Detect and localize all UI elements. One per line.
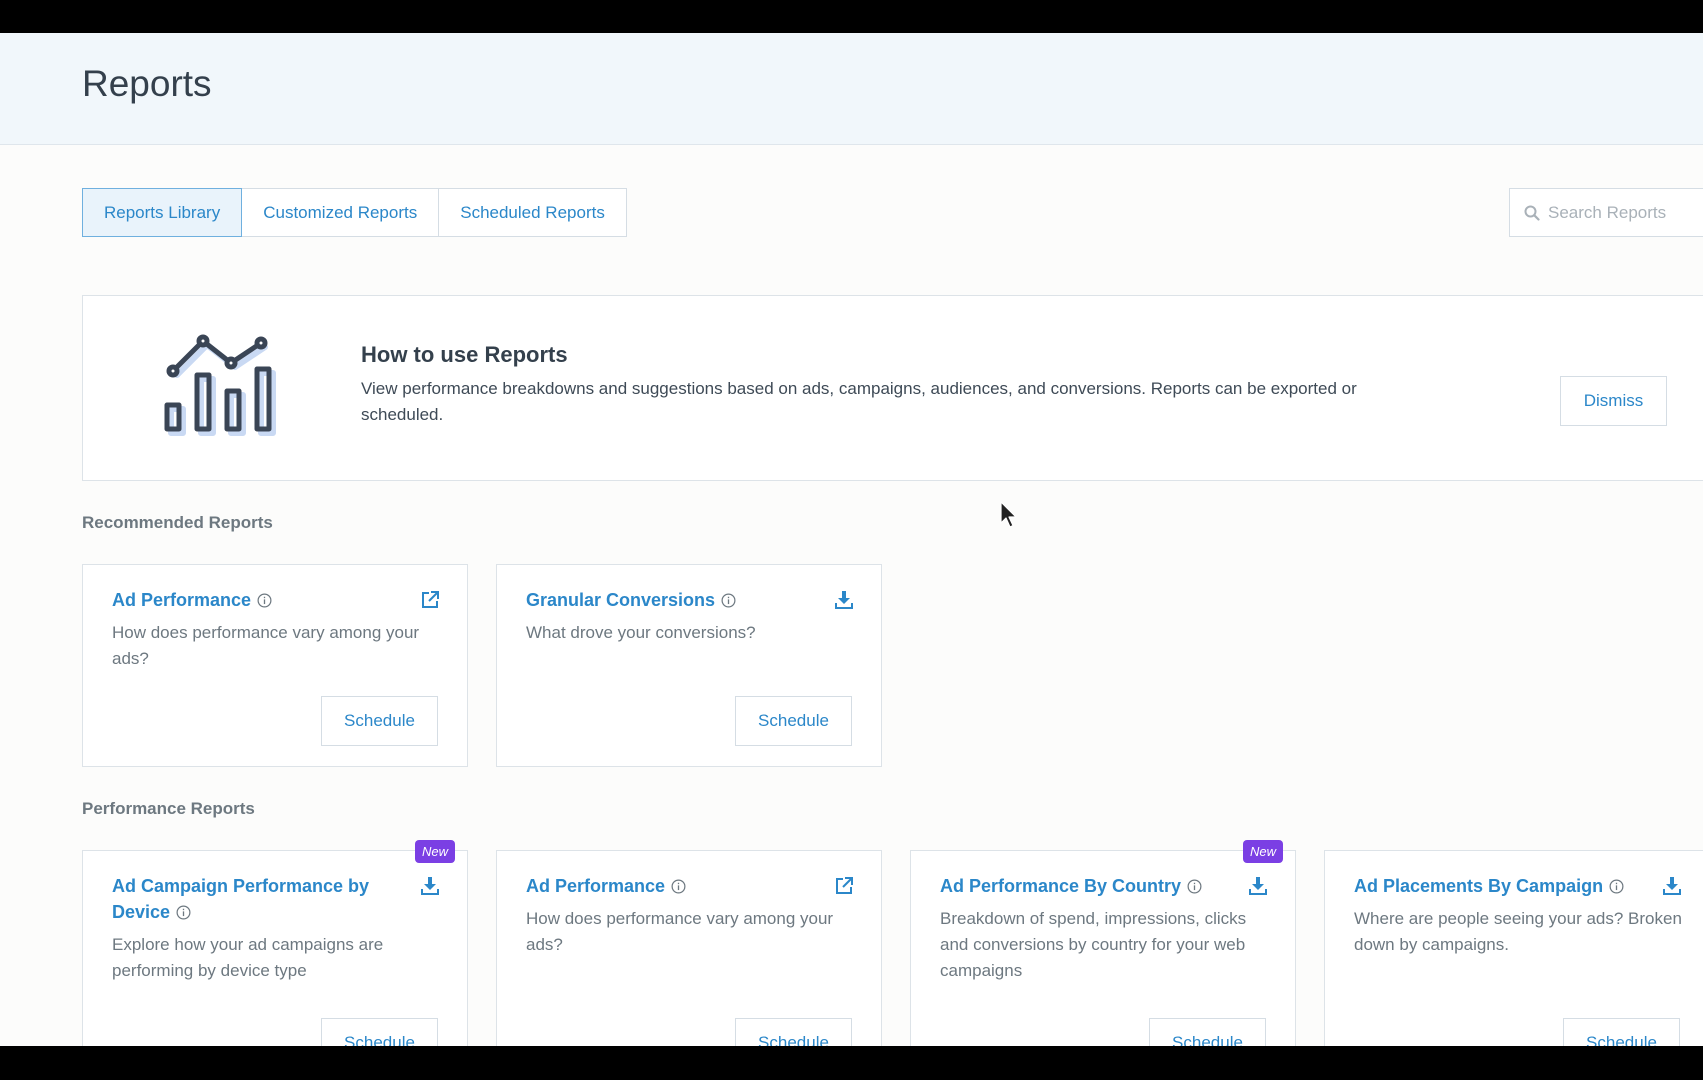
- info-icon[interactable]: [257, 593, 272, 608]
- how-to-banner: How to use Reports View performance brea…: [82, 295, 1703, 481]
- download-icon[interactable]: [421, 877, 439, 895]
- page-header: Reports: [0, 33, 1703, 145]
- report-card-title[interactable]: Ad Performance: [112, 587, 402, 613]
- external-link-icon[interactable]: [421, 591, 439, 609]
- schedule-button[interactable]: Schedule: [735, 696, 852, 746]
- external-link-icon[interactable]: [835, 877, 853, 895]
- search-box[interactable]: [1509, 188, 1703, 237]
- schedule-button[interactable]: Schedule: [735, 1018, 852, 1046]
- info-icon[interactable]: [1609, 879, 1624, 894]
- report-card-description: Breakdown of spend, impressions, clicks …: [940, 909, 1247, 980]
- report-card[interactable]: Ad Placements By Campaign Where are peop…: [1324, 850, 1703, 1046]
- report-card-title[interactable]: Ad Performance: [526, 873, 816, 899]
- report-card-description: Explore how your ad campaigns are perfor…: [112, 935, 384, 980]
- report-card[interactable]: Granular Conversions What drove your con…: [496, 564, 882, 767]
- report-card[interactable]: New Ad Performance By Country Breakdown …: [910, 840, 1296, 1046]
- report-card[interactable]: New Ad Campaign Performance by Device Ex…: [82, 840, 468, 1046]
- app-viewport: Reports Reports Library Customized Repor…: [0, 33, 1703, 1046]
- tab-scheduled-reports[interactable]: Scheduled Reports: [439, 188, 627, 237]
- report-card-description: How does performance vary among your ads…: [526, 909, 834, 954]
- mouse-cursor-icon: [1000, 501, 1017, 528]
- report-card-description: Where are people seeing your ads? Broken…: [1354, 909, 1682, 954]
- page-title: Reports: [82, 63, 212, 104]
- report-card-title[interactable]: Ad Placements By Campaign: [1354, 873, 1644, 899]
- tab-reports-library[interactable]: Reports Library: [82, 188, 243, 237]
- report-card-description: What drove your conversions?: [526, 623, 756, 642]
- report-card-title[interactable]: Ad Performance By Country: [940, 873, 1230, 899]
- schedule-button[interactable]: Schedule: [321, 696, 438, 746]
- performance-reports-heading: Performance Reports: [82, 799, 255, 818]
- tab-customized-reports[interactable]: Customized Reports: [242, 188, 440, 237]
- download-icon[interactable]: [1249, 877, 1267, 895]
- info-icon[interactable]: [671, 879, 686, 894]
- report-card-title[interactable]: Granular Conversions: [526, 587, 816, 613]
- info-icon[interactable]: [721, 593, 736, 608]
- schedule-button[interactable]: Schedule: [321, 1018, 438, 1046]
- report-card-title[interactable]: Ad Campaign Performance by Device: [112, 873, 402, 925]
- schedule-button[interactable]: Schedule: [1149, 1018, 1266, 1046]
- report-tabs: Reports Library Customized Reports Sched…: [82, 188, 627, 237]
- new-badge: New: [414, 840, 455, 863]
- search-input[interactable]: [1548, 202, 1703, 223]
- new-badge: New: [1242, 840, 1283, 863]
- dismiss-button[interactable]: Dismiss: [1560, 376, 1667, 426]
- download-icon[interactable]: [1663, 877, 1681, 895]
- schedule-button[interactable]: Schedule: [1563, 1018, 1680, 1046]
- search-icon: [1524, 205, 1540, 221]
- recommended-reports-heading: Recommended Reports: [82, 513, 273, 532]
- chart-illustration-icon: [164, 334, 276, 436]
- info-icon[interactable]: [176, 905, 191, 920]
- download-icon[interactable]: [835, 591, 853, 609]
- info-icon[interactable]: [1187, 879, 1202, 894]
- how-to-description: View performance breakdowns and suggesti…: [361, 379, 1357, 424]
- report-card[interactable]: Ad Performance How does performance vary…: [82, 564, 468, 767]
- how-to-title: How to use Reports: [361, 342, 568, 367]
- report-card[interactable]: Ad Performance How does performance vary…: [496, 850, 882, 1046]
- report-card-description: How does performance vary among your ads…: [112, 623, 420, 668]
